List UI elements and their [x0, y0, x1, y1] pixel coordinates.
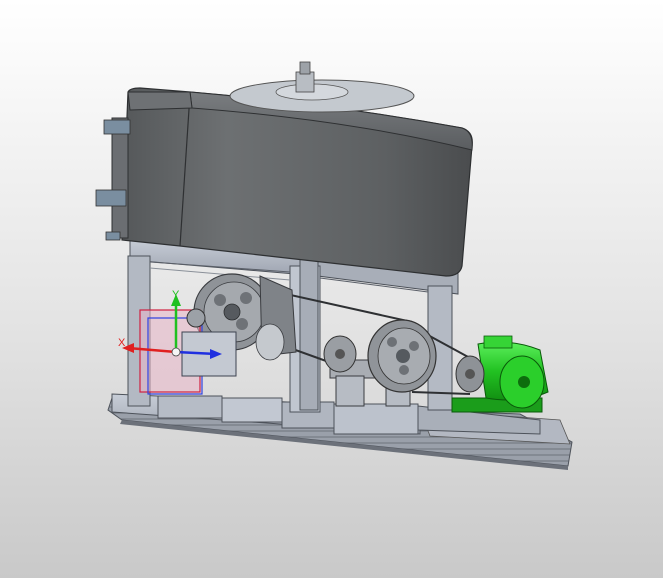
- y-axis-label: Y: [172, 289, 180, 301]
- top-cover: [229, 61, 415, 113]
- cad-viewport[interactable]: Y X: [0, 0, 663, 578]
- secondary-pulley: [367, 319, 437, 393]
- x-axis-label: X: [118, 337, 126, 349]
- assembly-model[interactable]: Y X: [0, 0, 663, 578]
- electric-motor: [451, 335, 549, 413]
